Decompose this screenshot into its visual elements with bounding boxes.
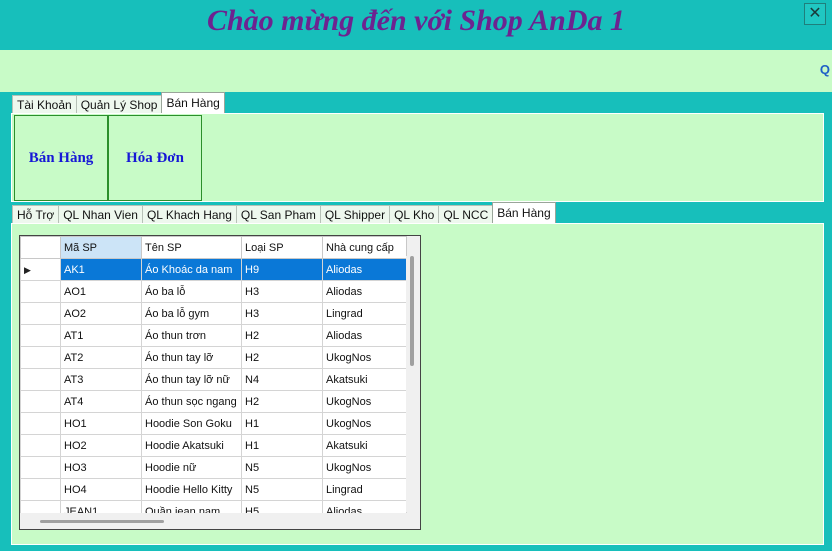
column-header[interactable]: Tên SP [141,236,242,259]
table-cell[interactable]: HO4 [60,478,142,501]
table-cell[interactable]: Áo ba lỗ [141,280,242,303]
table-cell[interactable]: H1 [241,412,323,435]
product-table: Mã SP Tên SP Loại SP Nhà cung cấp ▶ AK1 Áo Kh… [20,236,407,523]
header-strip [0,50,832,92]
table-cell[interactable]: AK1 [60,258,142,281]
table-row[interactable]: HO3 Hoodie nữ N5 UkogNos [20,456,407,479]
table-cell[interactable]: UkogNos [322,346,407,369]
row-header[interactable] [20,412,61,435]
table-row[interactable]: AT3 Áo thun tay lỡ nữ N4 Akatsuki [20,368,407,391]
table-cell[interactable]: AT3 [60,368,142,391]
tab-bottom-0[interactable]: Hỗ Trợ [12,205,60,224]
row-header[interactable] [20,390,61,413]
tab-bottom-2[interactable]: QL Khach Hang [141,205,237,224]
window-title: Chào mừng đến với Shop AnDa 1 [206,4,626,37]
table-cell[interactable]: Áo thun tay lỡ [141,346,242,369]
table-row[interactable]: AT1 Áo thun trơn H2 Aliodas [20,324,407,347]
table-cell[interactable]: AT4 [60,390,142,413]
table-row[interactable]: ▶ AK1 Áo Khoác da nam H9 Aliodas [20,258,407,281]
table-row[interactable]: AT2 Áo thun tay lỡ H2 UkogNos [20,346,407,369]
tab-bottom-4[interactable]: QL Shipper [319,205,391,224]
table-cell[interactable]: Hoodie nữ [141,456,242,479]
table-cell[interactable]: Aliodas [322,280,407,303]
table-row[interactable]: AO1 Áo ba lỗ H3 Aliodas [20,280,407,303]
table-cell[interactable]: AO1 [60,280,142,303]
table-cell[interactable]: Lingrad [322,302,407,325]
table-cell[interactable]: N5 [241,478,323,501]
table-cell[interactable]: AT1 [60,324,142,347]
current-row-icon: ▶ [24,264,31,275]
table-cell[interactable]: Áo Khoác da nam [141,258,242,281]
table-cell[interactable]: Hoodie Son Goku [141,412,242,435]
table-cell[interactable]: UkogNos [322,390,407,413]
product-grid[interactable]: Mã SP Tên SP Loại SP Nhà cung cấp ▶ AK1 Áo Kh… [19,235,421,530]
tab-top-1[interactable]: Quản Lý Shop [75,95,163,114]
top-tab-panel: Bán Hàng Hóa Đơn [11,113,824,202]
top-tab-strip: Tài Khoản Quản Lý Shop Bán Hàng [12,92,225,114]
table-cell[interactable]: Áo thun sọc ngang [141,390,242,413]
row-header[interactable] [20,434,61,457]
tab-top-0[interactable]: Tài Khoản [12,95,77,114]
row-header[interactable] [20,368,61,391]
horizontal-scroll-thumb[interactable] [40,520,164,523]
table-cell[interactable]: H2 [241,324,323,347]
table-cell[interactable]: H1 [241,434,323,457]
column-header[interactable]: Loại SP [241,236,323,259]
tab-bottom-1[interactable]: QL Nhan Vien [58,205,143,224]
table-cell[interactable]: Áo ba lỗ gym [141,302,242,325]
table-cell[interactable]: Akatsuki [322,434,407,457]
table-cell[interactable]: HO1 [60,412,142,435]
hoa-don-button[interactable]: Hóa Đơn [108,115,202,201]
table-cell[interactable]: H3 [241,280,323,303]
close-icon[interactable]: ✕ [804,3,826,25]
table-cell[interactable]: Hoodie Akatsuki [141,434,242,457]
bottom-tab-strip: Hỗ Trợ QL Nhan Vien QL Khach Hang QL San Ph… [12,202,556,224]
table-cell[interactable]: N5 [241,456,323,479]
table-cell[interactable]: Hoodie Hello Kitty [141,478,242,501]
horizontal-scrollbar[interactable] [20,513,420,529]
row-header[interactable] [20,456,61,479]
table-cell[interactable]: Aliodas [322,258,407,281]
table-cell[interactable]: N4 [241,368,323,391]
table-cell[interactable]: HO3 [60,456,142,479]
table-cell[interactable]: Lingrad [322,478,407,501]
table-cell[interactable]: AT2 [60,346,142,369]
table-row[interactable]: HO1 Hoodie Son Goku H1 UkogNos [20,412,407,435]
table-header-row: Mã SP Tên SP Loại SP Nhà cung cấp [20,236,407,259]
table-cell[interactable]: H2 [241,390,323,413]
row-header[interactable] [20,346,61,369]
vertical-scroll-thumb[interactable] [410,256,414,366]
table-cell[interactable]: H2 [241,346,323,369]
row-header[interactable] [20,302,61,325]
table-cell[interactable]: Akatsuki [322,368,407,391]
strip-edge-icon: Q [819,62,830,77]
column-header[interactable]: Mã SP [60,236,142,259]
tab-bottom-7[interactable]: Bán Hàng [492,202,556,224]
tab-bottom-3[interactable]: QL San Pham [235,205,321,224]
tab-bottom-5[interactable]: QL Kho [389,205,440,224]
column-header[interactable]: Nhà cung cấp [322,236,407,259]
table-row[interactable]: AO2 Áo ba lỗ gym H3 Lingrad [20,302,407,325]
table-cell[interactable]: Áo thun tay lỡ nữ [141,368,242,391]
row-header[interactable] [20,478,61,501]
table-cell[interactable]: H3 [241,302,323,325]
row-header[interactable]: ▶ [20,258,61,281]
tab-top-2[interactable]: Bán Hàng [161,92,225,114]
table-cell[interactable]: Áo thun trơn [141,324,242,347]
row-header-corner [20,236,61,259]
table-cell[interactable]: UkogNos [322,412,407,435]
tab-bottom-6[interactable]: QL NCC [438,205,494,224]
ban-hang-button[interactable]: Bán Hàng [14,115,108,201]
vertical-scrollbar[interactable] [406,256,420,512]
table-cell[interactable]: Aliodas [322,324,407,347]
table-cell[interactable]: H9 [241,258,323,281]
table-cell[interactable]: HO2 [60,434,142,457]
table-cell[interactable]: AO2 [60,302,142,325]
row-header[interactable] [20,280,61,303]
row-header[interactable] [20,324,61,347]
table-row[interactable]: HO2 Hoodie Akatsuki H1 Akatsuki [20,434,407,457]
table-row[interactable]: HO4 Hoodie Hello Kitty N5 Lingrad [20,478,407,501]
table-cell[interactable]: UkogNos [322,456,407,479]
table-row[interactable]: AT4 Áo thun sọc ngang H2 UkogNos [20,390,407,413]
